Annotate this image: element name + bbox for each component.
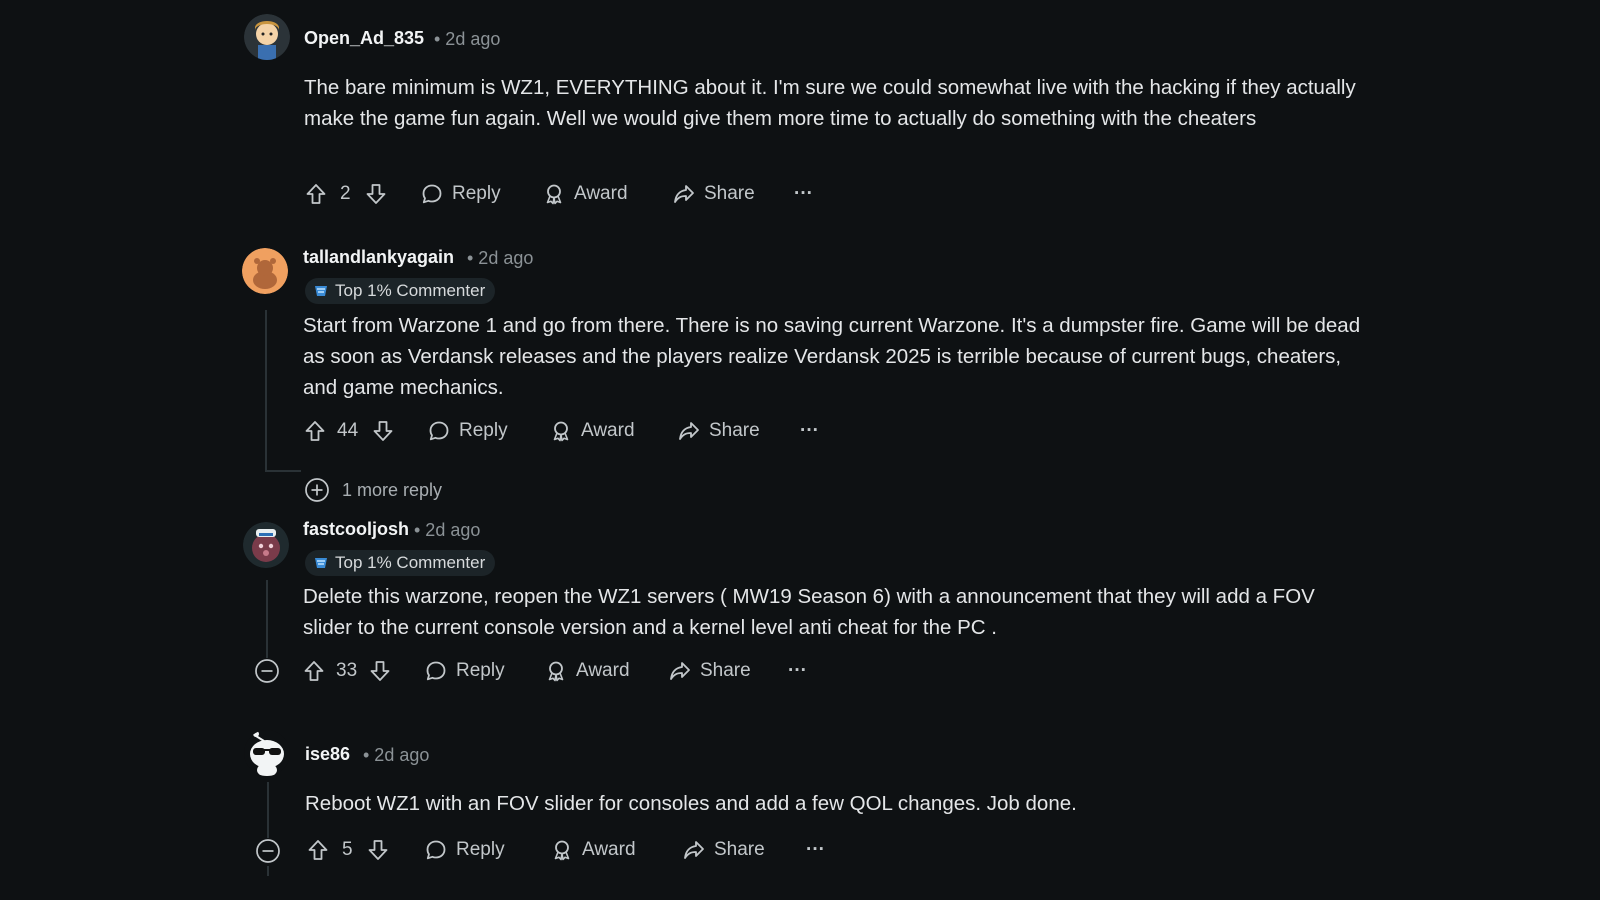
vote-count: 33	[336, 660, 358, 681]
reply-label: Reply	[456, 839, 505, 860]
top-commenter-badge-icon	[313, 555, 329, 571]
more-options-button[interactable]: ···	[788, 654, 807, 688]
award-icon	[549, 419, 573, 443]
award-icon	[550, 838, 574, 862]
comment-author[interactable]: tallandlankyagain	[303, 247, 454, 268]
comment-body: The bare minimum is WZ1, EVERYTHING abou…	[304, 76, 1356, 130]
share-button[interactable]: Share	[682, 833, 765, 867]
thread-line[interactable]	[266, 580, 268, 658]
upvote-icon	[306, 838, 330, 862]
comment-timestamp[interactable]: • 2d ago	[434, 29, 500, 50]
more-options-button[interactable]: ···	[800, 414, 819, 448]
award-label: Award	[576, 660, 630, 681]
award-button[interactable]: Award	[549, 414, 635, 448]
share-label: Share	[700, 660, 751, 681]
award-icon	[542, 182, 566, 206]
collapse-thread-button[interactable]	[255, 838, 281, 864]
reply-button[interactable]: Reply	[420, 177, 501, 211]
comment-author[interactable]: Open_Ad_835	[304, 28, 424, 49]
minus-circle-icon	[254, 658, 280, 684]
badge-label: Top 1% Commenter	[335, 281, 486, 300]
top-commenter-badge-icon	[313, 283, 329, 299]
share-label: Share	[704, 183, 755, 204]
upvote-icon	[303, 419, 327, 443]
share-arrow-icon	[672, 182, 696, 206]
reply-label: Reply	[452, 183, 501, 204]
downvote-button[interactable]	[364, 177, 388, 211]
award-button[interactable]: Award	[544, 654, 630, 688]
award-icon	[544, 659, 568, 683]
reply-button[interactable]: Reply	[424, 833, 505, 867]
share-arrow-icon	[682, 838, 706, 862]
comment-timestamp[interactable]: • 2d ago	[363, 745, 429, 766]
avatar[interactable]	[243, 522, 289, 568]
award-label: Award	[582, 839, 636, 860]
comment-body: Start from Warzone 1 and go from there. …	[303, 314, 1361, 399]
comment-timestamp[interactable]: • 2d ago	[414, 520, 480, 541]
minus-circle-icon	[255, 838, 281, 864]
upvote-button[interactable]	[306, 833, 330, 867]
award-label: Award	[581, 420, 635, 441]
comment-timestamp[interactable]: • 2d ago	[467, 248, 533, 269]
downvote-button[interactable]	[371, 414, 395, 448]
share-button[interactable]: Share	[672, 177, 755, 211]
vote-count: 5	[342, 839, 353, 860]
badge-label: Top 1% Commenter	[335, 553, 486, 572]
collapse-thread-button[interactable]	[254, 658, 280, 684]
reply-label: Reply	[456, 660, 505, 681]
downvote-icon	[368, 659, 392, 683]
comment-bubble-icon	[427, 419, 451, 443]
vote-count: 2	[340, 183, 351, 204]
share-button[interactable]: Share	[668, 654, 751, 688]
share-label: Share	[714, 839, 765, 860]
comment-body: Reboot WZ1 with an FOV slider for consol…	[305, 792, 1077, 815]
share-arrow-icon	[677, 419, 701, 443]
downvote-button[interactable]	[366, 833, 390, 867]
thread-branch	[265, 470, 301, 472]
award-button[interactable]: Award	[550, 833, 636, 867]
comment-bubble-icon	[424, 659, 448, 683]
comment-author[interactable]: ise86	[305, 744, 350, 765]
comment-bubble-icon	[424, 838, 448, 862]
share-button[interactable]: Share	[677, 414, 760, 448]
reply-button[interactable]: Reply	[424, 654, 505, 688]
comment-body: Delete this warzone, reopen the WZ1 serv…	[303, 585, 1315, 639]
share-arrow-icon	[668, 659, 692, 683]
comment-bubble-icon	[420, 182, 444, 206]
thread-line[interactable]	[267, 782, 269, 838]
upvote-icon	[304, 182, 328, 206]
more-options-button[interactable]: ···	[794, 177, 813, 211]
reply-label: Reply	[459, 420, 508, 441]
more-replies-button[interactable]: 1 more reply	[304, 477, 442, 503]
comment-author[interactable]: fastcooljosh	[303, 519, 409, 540]
upvote-icon	[302, 659, 326, 683]
more-replies-label: 1 more reply	[342, 479, 443, 500]
more-options-button[interactable]: ···	[806, 833, 825, 867]
award-label: Award	[574, 183, 628, 204]
top-commenter-badge: Top 1% Commenter	[305, 278, 496, 304]
upvote-button[interactable]	[302, 654, 326, 688]
avatar[interactable]	[242, 248, 288, 294]
downvote-icon	[366, 838, 390, 862]
thread-line-continued	[267, 866, 269, 876]
share-label: Share	[709, 420, 760, 441]
thread-line[interactable]	[265, 310, 267, 470]
vote-count: 44	[337, 420, 359, 441]
plus-circle-icon	[304, 477, 330, 503]
downvote-button[interactable]	[368, 654, 392, 688]
avatar[interactable]	[244, 14, 290, 60]
reply-button[interactable]: Reply	[427, 414, 508, 448]
award-button[interactable]: Award	[542, 177, 628, 211]
upvote-button[interactable]	[303, 414, 327, 448]
upvote-button[interactable]	[304, 177, 328, 211]
downvote-icon	[364, 182, 388, 206]
avatar[interactable]	[244, 730, 290, 776]
top-commenter-badge: Top 1% Commenter	[305, 550, 496, 576]
downvote-icon	[371, 419, 395, 443]
